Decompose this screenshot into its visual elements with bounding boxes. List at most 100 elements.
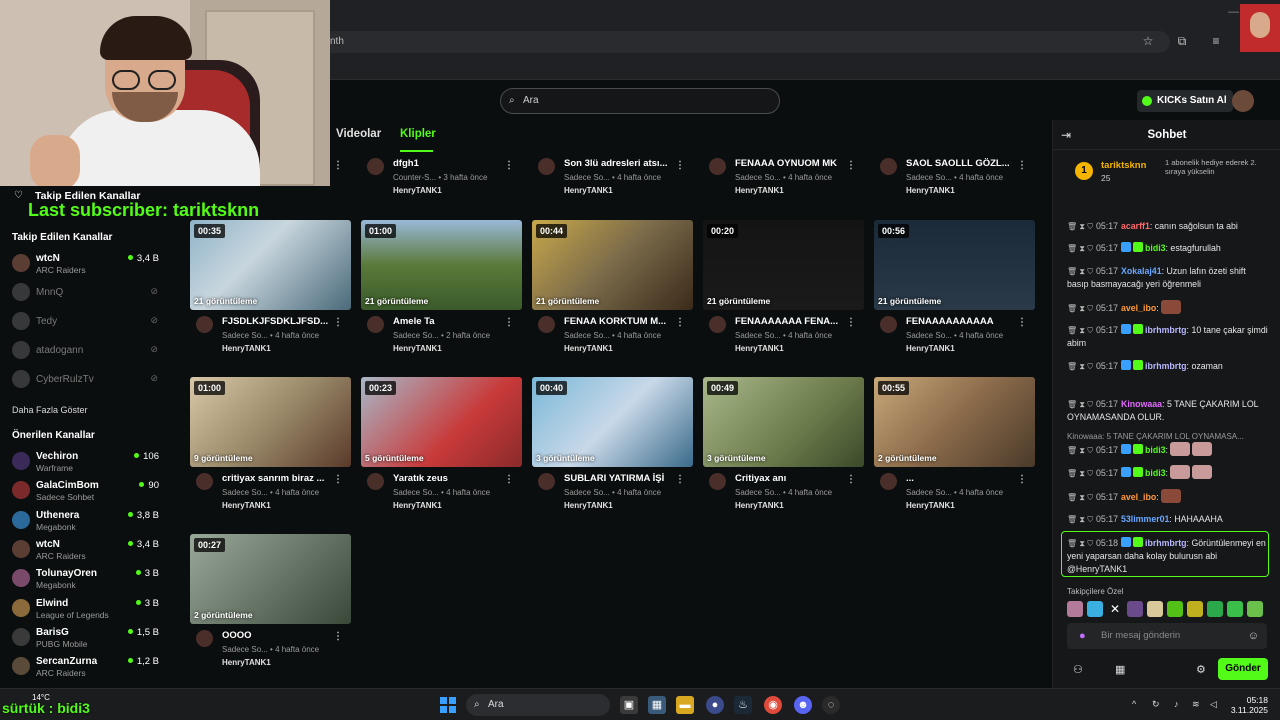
sidebar-item-followed[interactable]: CyberRulzTv ⊘ [0,366,172,394]
message-username[interactable]: avel_ibo [1121,303,1156,313]
clip-menu-icon[interactable]: ⋮ [846,317,856,328]
file-explorer-icon[interactable]: ▬ [676,696,694,714]
message-actions-icon[interactable]: 🗑 ⧗ ⛉ [1067,400,1093,409]
clip-card[interactable]: 00:55 2 görüntüleme... Sadece So... • 4 ha… [874,377,1035,517]
kicks-buy-button[interactable]: KICKs Satın Al [1137,90,1233,112]
task-view-icon[interactable]: ▣ [620,696,638,714]
clip-menu-icon[interactable]: ⋮ [333,631,343,642]
sidebar-item-recommended[interactable]: SercanZurna ARC Raiders 1,2 B [0,653,172,681]
wifi-icon[interactable]: ≋ [1192,699,1200,710]
clip-author[interactable]: HenryTANK1 [222,501,271,510]
clip-menu-icon[interactable]: ⋮ [675,160,685,171]
clock[interactable]: 05:18 3.11.2025 [1222,695,1268,715]
emote-icon[interactable] [1227,601,1243,617]
clip-thumbnail[interactable]: 00:49 3 görüntüleme [703,377,864,467]
clip-thumbnail[interactable]: 00:40 3 görüntüleme [532,377,693,467]
chat-store-icon[interactable]: ▦ [1115,663,1125,676]
sidebar-item-recommended[interactable]: wtcN ARC Raiders 3,4 B [0,536,172,564]
user-avatar[interactable] [1232,90,1254,112]
show-more-link[interactable]: Daha Fazla Göster [12,405,88,415]
address-bar[interactable]: nth [300,31,1170,53]
message-username[interactable]: bidi3 [1145,243,1166,253]
clip-menu-icon[interactable]: ⋮ [1017,160,1027,171]
calculator-icon[interactable]: ▦ [648,696,666,714]
send-button[interactable]: Gönder [1218,658,1268,680]
clip-menu-icon[interactable]: ⋮ [333,160,343,171]
emote-icon[interactable] [1187,601,1203,617]
clip-menu-icon[interactable]: ⋮ [504,160,514,171]
extensions-icon[interactable]: ⧉ [1174,34,1190,49]
clip-author[interactable]: HenryTANK1 [906,501,955,510]
clip-author[interactable]: HenryTANK1 [564,501,613,510]
clip-author[interactable]: HenryTANK1 [735,501,784,510]
network-icon[interactable]: ↻ [1152,699,1160,710]
message-username[interactable]: avel_ibo [1121,492,1156,502]
clip-author[interactable]: HenryTANK1 [393,186,442,195]
windows-start-icon[interactable] [440,697,456,713]
discord-icon[interactable]: ☻ [794,696,812,714]
clip-thumbnail[interactable]: 01:00 21 görüntüleme [361,220,522,310]
sidebar-item-recommended[interactable]: Elwind League of Legends 3 B [0,595,172,623]
chat-message-input[interactable]: ● Bir mesaj gönderin ☺ [1067,623,1267,649]
emote-icon[interactable] [1167,601,1183,617]
mic-tray-icon[interactable]: ♪ [1174,699,1179,709]
tray-chevron-icon[interactable]: ^ [1132,699,1136,709]
window-minimize-icon[interactable]: — [1228,6,1239,18]
message-username[interactable]: acarff1 [1121,221,1150,231]
message-username[interactable]: bidi3 [1145,468,1166,478]
clip-thumbnail[interactable]: 00:55 2 görüntüleme [874,377,1035,467]
message-actions-icon[interactable]: 🗑 ⧗ ⛉ [1067,326,1093,335]
clip-card[interactable]: Son 3lü adresleri atsı... Sadece So... • … [532,156,693,198]
chat-settings-icon[interactable]: ⚙ [1196,663,1206,676]
steam-icon[interactable]: ♨ [734,696,752,714]
clip-card[interactable]: SAOL SAOLLL GÖZL... Sadece So... • 4 haft… [874,156,1035,198]
volume-icon[interactable]: ◁ [1210,699,1217,710]
clip-menu-icon[interactable]: ⋮ [675,317,685,328]
clip-card[interactable]: 00:44 21 görüntüleme FENAA KORKTUM M... Sad… [532,220,693,360]
x-emote-icon[interactable]: ✕ [1107,601,1123,617]
clip-author[interactable]: HenryTANK1 [735,186,784,195]
clip-author[interactable]: HenryTANK1 [564,344,613,353]
sidebar-item-followed[interactable]: MnnQ ⊘ [0,279,172,307]
top-gifter-name[interactable]: tariktsknn [1101,160,1146,171]
clip-thumbnail[interactable]: 00:20 21 görüntüleme [703,220,864,310]
message-username[interactable]: ibrhmbrtg [1145,361,1187,371]
clip-card[interactable]: 01:00 21 görüntüleme Amele Ta Sadece So... … [361,220,522,360]
clip-card[interactable]: dfgh1 Counter-S... • 3 hafta önce HenryTAN… [361,156,522,198]
message-actions-icon[interactable]: 🗑 ⧗ ⛉ [1067,493,1093,502]
taskbar-search[interactable]: ⌕ Ara [466,694,610,716]
message-actions-icon[interactable]: 🗑 ⧗ ⛉ [1067,244,1093,253]
clip-menu-icon[interactable]: ⋮ [846,160,856,171]
clip-card[interactable]: 00:49 3 görüntüleme Critiyax anı Sadece So.… [703,377,864,517]
sidebar-item-followed[interactable]: atadogann ⊘ [0,337,172,365]
message-username[interactable]: bidi3 [1145,445,1166,455]
message-actions-icon[interactable]: 🗑 ⧗ ⛉ [1067,446,1093,455]
clip-thumbnail[interactable]: 00:23 5 görüntüleme [361,377,522,467]
clip-card[interactable]: 00:23 5 görüntüleme Yaratık zeus Sadece So.… [361,377,522,517]
emote-icon[interactable] [1247,601,1263,617]
app-icon[interactable]: ● [706,696,724,714]
clip-card[interactable]: 00:20 21 görüntüleme FENAAAAAAA FENA... Sad… [703,220,864,360]
sidebar-item-recommended[interactable]: GalaCimBom Sadece Sohbet 90 [0,477,172,505]
clip-author[interactable]: HenryTANK1 [393,344,442,353]
sidebar-item-followed[interactable]: Tedy ⊘ [0,308,172,336]
message-username[interactable]: ibrhmbrtg [1145,325,1187,335]
emote-icon[interactable] [1207,601,1223,617]
clip-thumbnail[interactable]: 00:44 21 görüntüleme [532,220,693,310]
chrome-icon[interactable]: ◉ [764,696,782,714]
media-control-icon[interactable]: ≡ [1208,34,1224,48]
emote-icon[interactable] [1087,601,1103,617]
clip-author[interactable]: HenryTANK1 [564,186,613,195]
clip-menu-icon[interactable]: ⋮ [675,474,685,485]
sidebar-item-followed[interactable]: wtcN ARC Raiders 3,4 B [0,250,172,278]
clip-thumbnail[interactable]: 00:35 21 görüntüleme [190,220,351,310]
chat-users-icon[interactable]: ⚇ [1073,663,1083,676]
sidebar-item-recommended[interactable]: Vechiron Warframe 106 [0,448,172,476]
microphone-icon[interactable]: ● [1079,623,1086,649]
emote-icon[interactable] [1127,601,1143,617]
sidebar-item-recommended[interactable]: Uthenera Megabonk 3,8 B [0,507,172,535]
clip-card[interactable]: FENAAA OYNUOM MK Sadece So... • 4 hafta ö… [703,156,864,198]
clip-menu-icon[interactable]: ⋮ [333,317,343,328]
sidebar-item-recommended[interactable]: BarisG PUBG Mobile 1,5 B [0,624,172,652]
message-actions-icon[interactable]: 🗑 ⧗ ⛉ [1067,515,1093,524]
